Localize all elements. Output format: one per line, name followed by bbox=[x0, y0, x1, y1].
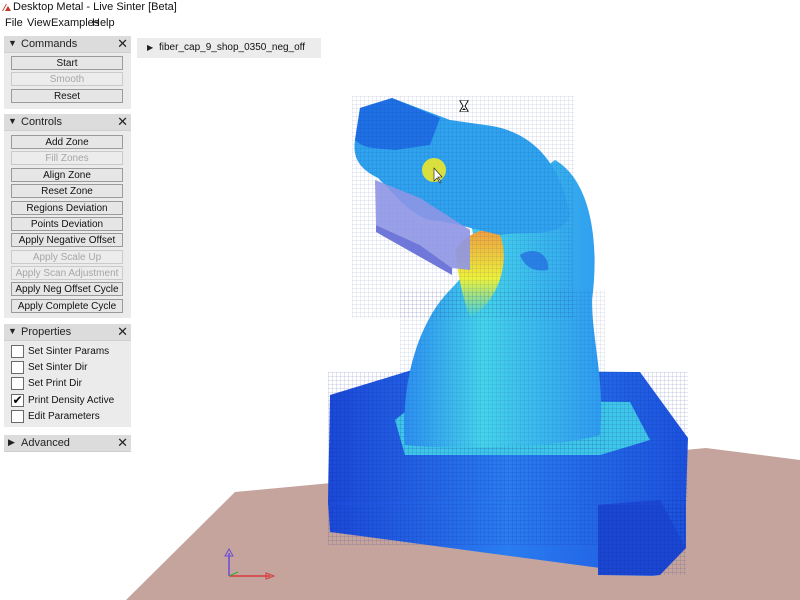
close-icon[interactable]: ✕ bbox=[117, 324, 128, 340]
commands-panel-header[interactable]: ▼ Commands ✕ bbox=[4, 36, 131, 53]
reset-button[interactable]: Reset bbox=[11, 89, 123, 103]
menu-view[interactable]: View bbox=[27, 17, 51, 29]
collapse-arrow-icon[interactable]: ▼ bbox=[8, 326, 17, 336]
properties-panel-title: Properties bbox=[21, 326, 72, 338]
close-icon[interactable]: ✕ bbox=[117, 114, 128, 130]
expand-arrow-icon[interactable]: ▶ bbox=[8, 437, 15, 448]
window-title: Desktop Metal - Live Sinter [Beta] bbox=[13, 1, 177, 13]
add-zone-button[interactable]: Add Zone bbox=[11, 135, 123, 149]
file-name: fiber_cap_9_shop_0350_neg_off bbox=[159, 42, 306, 53]
reset-zone-button[interactable]: Reset Zone bbox=[11, 184, 123, 198]
checkbox-box[interactable] bbox=[11, 361, 24, 374]
checkmark-icon[interactable]: ✔ bbox=[11, 394, 24, 407]
properties-panel: ▼ Properties ✕ Set Sinter Params Set Sin… bbox=[4, 324, 131, 427]
checkbox-label: Edit Parameters bbox=[28, 411, 100, 422]
apply-scale-up-button[interactable]: Apply Scale Up bbox=[11, 250, 123, 264]
hourglass-icon bbox=[459, 100, 469, 112]
close-icon[interactable]: ✕ bbox=[117, 36, 128, 52]
checkbox-box[interactable] bbox=[11, 345, 24, 358]
advanced-panel-title: Advanced bbox=[21, 437, 70, 449]
apply-scan-adjustment-button[interactable]: Apply Scan Adjustment bbox=[11, 266, 123, 280]
controls-panel-title: Controls bbox=[21, 116, 62, 128]
menu-help[interactable]: Help bbox=[92, 17, 115, 29]
checkbox-label: Print Density Active bbox=[28, 395, 115, 406]
checkbox-label: Set Sinter Params bbox=[28, 346, 110, 357]
regions-deviation-button[interactable]: Regions Deviation bbox=[11, 201, 123, 215]
close-icon[interactable]: ✕ bbox=[117, 435, 128, 451]
advanced-panel: ▶ Advanced ✕ bbox=[4, 435, 131, 452]
menu-file[interactable]: File bbox=[5, 17, 23, 29]
start-button[interactable]: Start bbox=[11, 56, 123, 70]
properties-panel-header[interactable]: ▼ Properties ✕ bbox=[4, 324, 131, 341]
apply-negative-offset-button[interactable]: Apply Negative Offset bbox=[11, 233, 123, 247]
controls-panel-header[interactable]: ▼ Controls ✕ bbox=[4, 114, 131, 131]
expand-arrow-icon[interactable]: ▶ bbox=[147, 43, 153, 52]
commands-panel-title: Commands bbox=[21, 38, 78, 50]
collapse-arrow-icon[interactable]: ▼ bbox=[8, 116, 17, 126]
points-deviation-button[interactable]: Points Deviation bbox=[11, 217, 123, 231]
commands-panel: ▼ Commands ✕ Start Smooth Reset bbox=[4, 36, 131, 109]
fill-zones-button[interactable]: Fill Zones bbox=[11, 151, 123, 165]
app-logo-icon bbox=[2, 4, 11, 11]
advanced-panel-header[interactable]: ▶ Advanced ✕ bbox=[4, 435, 131, 452]
file-tree-item[interactable]: ▶ fiber_cap_9_shop_0350_neg_off bbox=[137, 38, 321, 58]
checkbox-box[interactable] bbox=[11, 377, 24, 390]
checkbox-label: Set Print Dir bbox=[28, 378, 82, 389]
collapse-arrow-icon[interactable]: ▼ bbox=[8, 38, 17, 48]
apply-neg-offset-cycle-button[interactable]: Apply Neg Offset Cycle bbox=[11, 282, 123, 296]
smooth-button[interactable]: Smooth bbox=[11, 72, 123, 86]
apply-complete-cycle-button[interactable]: Apply Complete Cycle bbox=[11, 299, 123, 313]
menu-bar: File View Examples Help bbox=[0, 16, 800, 32]
align-zone-button[interactable]: Align Zone bbox=[11, 168, 123, 182]
checkbox-box[interactable] bbox=[11, 410, 24, 423]
controls-panel: ▼ Controls ✕ Add Zone Fill Zones Align Z… bbox=[4, 114, 131, 318]
title-bar: Desktop Metal - Live Sinter [Beta] bbox=[0, 0, 800, 16]
checkbox-label: Set Sinter Dir bbox=[28, 362, 88, 373]
